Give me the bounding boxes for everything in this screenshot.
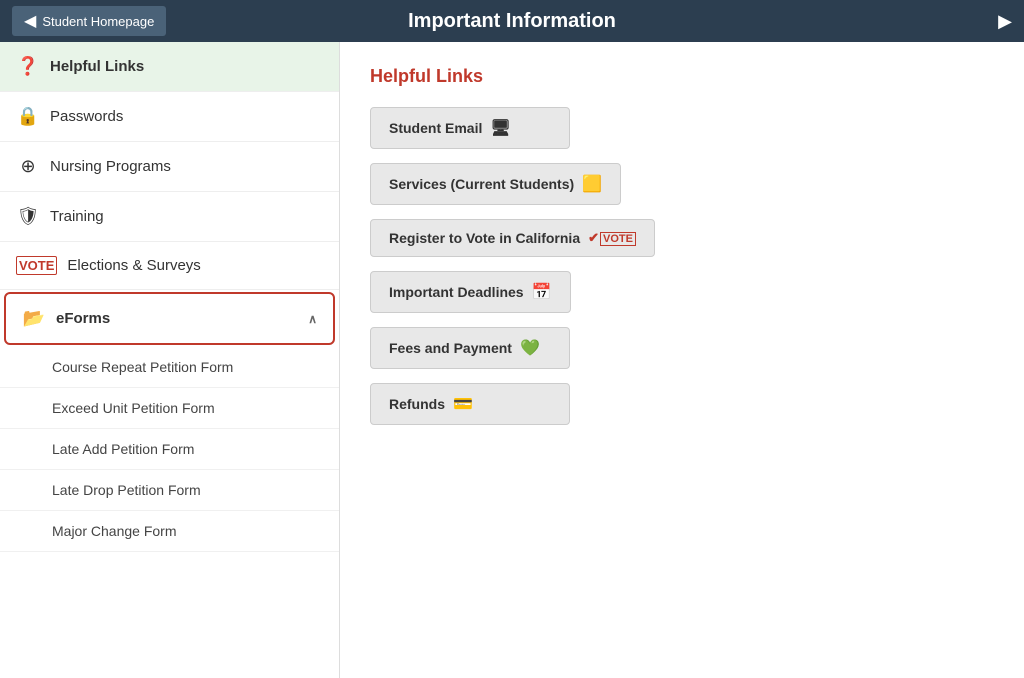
main-layout: ❓ Helpful Links 🔒 Passwords ⊕ Nursing Pr…: [0, 42, 1024, 678]
sidebar-item-label: Training: [50, 208, 323, 225]
sidebar-subitem-late-drop[interactable]: Late Drop Petition Form: [0, 470, 339, 511]
top-header: ◀ Student Homepage Important Information…: [0, 0, 1024, 42]
sidebar-item-training[interactable]: 🛡 Training: [0, 192, 339, 242]
sidebar-item-elections-surveys[interactable]: VOTE Elections & Surveys: [0, 242, 339, 290]
back-button[interactable]: ◀ Student Homepage: [12, 6, 166, 36]
services-button[interactable]: Services (Current Students) 🟨: [370, 163, 621, 205]
subitem-label: Late Add Petition Form: [52, 441, 194, 457]
sidebar-item-passwords[interactable]: 🔒 Passwords: [0, 92, 339, 142]
page-title: Important Information: [408, 10, 616, 33]
sidebar-subitem-exceed-unit[interactable]: Exceed Unit Petition Form: [0, 388, 339, 429]
content-area: Helpful Links Student Email 🖥 Services (…: [340, 42, 1024, 678]
student-email-button[interactable]: Student Email 🖥: [370, 107, 570, 149]
sidebar-subitem-late-add[interactable]: Late Add Petition Form: [0, 429, 339, 470]
refunds-icon: 💳: [453, 394, 473, 414]
fees-payment-label: Fees and Payment: [389, 340, 512, 356]
fees-payment-button[interactable]: Fees and Payment 💚: [370, 327, 570, 369]
right-nav-icon[interactable]: ▶: [998, 11, 1012, 32]
lock-icon: 🔒: [16, 106, 40, 127]
question-icon: ❓: [16, 56, 40, 77]
subitem-label: Major Change Form: [52, 523, 177, 539]
back-arrow-icon: ◀: [24, 11, 36, 31]
sidebar-item-label: Nursing Programs: [50, 158, 323, 175]
refunds-label: Refunds: [389, 396, 445, 412]
sidebar-subitem-major-change[interactable]: Major Change Form: [0, 511, 339, 552]
sidebar-item-label: Elections & Surveys: [67, 257, 323, 274]
sidebar-item-label: Passwords: [50, 108, 323, 125]
subitem-label: Course Repeat Petition Form: [52, 359, 233, 375]
register-vote-label: Register to Vote in California: [389, 230, 580, 246]
sidebar-item-label: eForms: [56, 310, 298, 327]
student-email-label: Student Email: [389, 120, 482, 136]
sidebar-item-eforms[interactable]: 📂 eForms ∧: [4, 292, 335, 345]
vote-icon: VOTE: [16, 256, 57, 275]
content-title: Helpful Links: [370, 66, 994, 87]
vote-checkmark-icon: ✔VOTE: [588, 230, 636, 246]
important-deadlines-label: Important Deadlines: [389, 284, 524, 300]
email-icon: 🖥: [490, 118, 510, 138]
nursing-icon: ⊕: [16, 156, 40, 177]
shield-icon: 🛡: [16, 206, 40, 227]
subitem-label: Late Drop Petition Form: [52, 482, 201, 498]
payment-icon: 💚: [520, 338, 540, 358]
services-label: Services (Current Students): [389, 176, 574, 192]
sidebar-item-helpful-links[interactable]: ❓ Helpful Links: [0, 42, 339, 92]
subitem-label: Exceed Unit Petition Form: [52, 400, 215, 416]
sidebar-subitem-course-repeat[interactable]: Course Repeat Petition Form: [0, 347, 339, 388]
chevron-up-icon: ∧: [308, 312, 317, 326]
refunds-button[interactable]: Refunds 💳: [370, 383, 570, 425]
sidebar-item-nursing-programs[interactable]: ⊕ Nursing Programs: [0, 142, 339, 192]
back-button-label: Student Homepage: [42, 14, 154, 29]
deadlines-icon: 📅: [532, 282, 552, 302]
sidebar-item-label: Helpful Links: [50, 58, 323, 75]
services-icon: 🟨: [582, 174, 602, 194]
folder-icon: 📂: [22, 308, 46, 329]
important-deadlines-button[interactable]: Important Deadlines 📅: [370, 271, 571, 313]
register-vote-button[interactable]: Register to Vote in California ✔VOTE: [370, 219, 655, 257]
sidebar: ❓ Helpful Links 🔒 Passwords ⊕ Nursing Pr…: [0, 42, 340, 678]
